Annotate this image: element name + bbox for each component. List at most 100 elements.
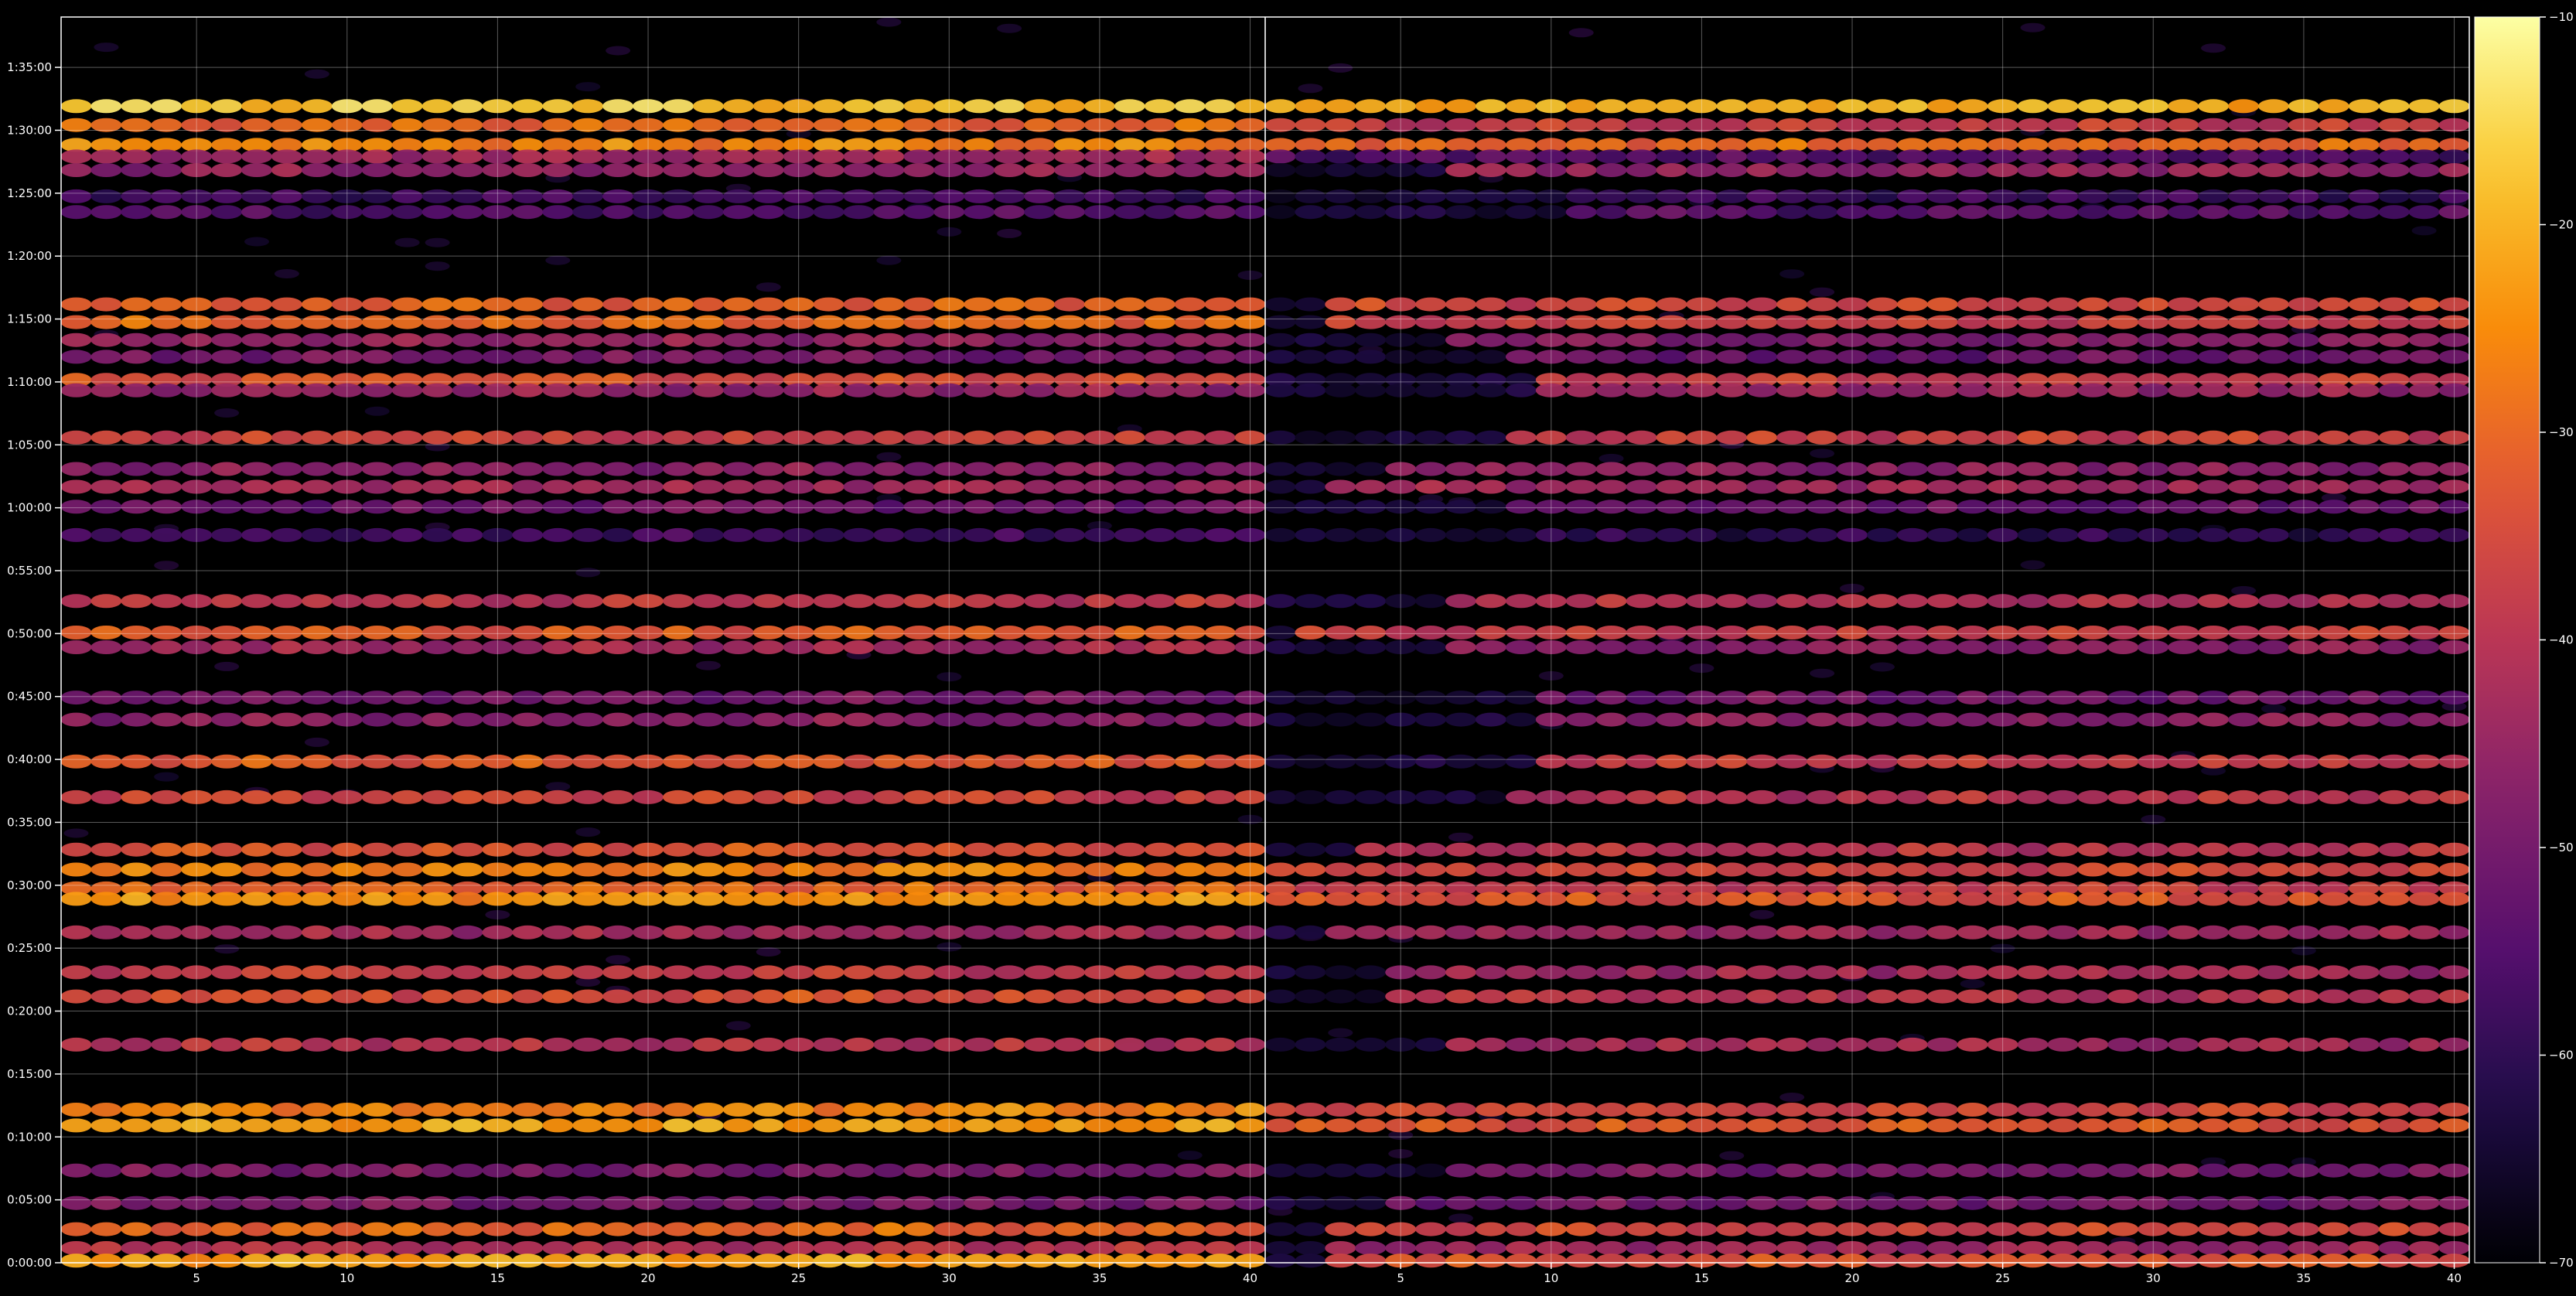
heat-cell <box>964 594 995 609</box>
heat-cell <box>1896 1253 1928 1268</box>
heat-cell <box>873 333 905 347</box>
heat-cell <box>391 479 423 494</box>
heat-cell <box>1415 594 1447 609</box>
heat-cell <box>1325 989 1356 1004</box>
heat-cell <box>1957 500 1988 514</box>
heat-cell <box>2408 1241 2440 1255</box>
heat-cell <box>452 1037 483 1052</box>
heat-cell <box>1174 594 1206 609</box>
heat-cell <box>1626 1241 1657 1255</box>
heat-cell <box>421 862 453 877</box>
heat-cell <box>241 99 272 114</box>
heat-cell <box>241 430 272 445</box>
heat-cell <box>2378 462 2410 476</box>
heat-cell <box>301 479 333 494</box>
heat-cell <box>1656 527 1687 542</box>
heat-cell <box>1776 527 1808 542</box>
heat-cell <box>1716 297 1748 312</box>
heat-cell <box>692 1253 724 1268</box>
heat-cell <box>1054 163 1085 177</box>
heat-cell <box>1867 1195 1898 1210</box>
heat-cell <box>60 297 92 312</box>
heat-cell <box>1475 527 1506 542</box>
heat-cell <box>1114 626 1145 639</box>
heat-cell <box>361 989 393 1004</box>
heat-cell <box>903 1118 935 1133</box>
heat-cell <box>1264 790 1296 804</box>
heat-cell <box>1565 1222 1597 1236</box>
heat-cell <box>1475 163 1506 177</box>
heat-cell <box>2107 333 2139 347</box>
heat-cell <box>843 626 875 639</box>
heat-cell <box>572 640 604 654</box>
heat-cell <box>1746 1253 1778 1268</box>
heat-cell <box>2318 691 2349 705</box>
heat-cell <box>1355 862 1387 877</box>
heat-cell <box>1114 462 1145 476</box>
heat-cell <box>1295 691 1326 705</box>
heat-cell <box>1024 500 1056 514</box>
heat-cell <box>1355 189 1387 203</box>
heat-cell <box>2107 712 2139 727</box>
heat-cell <box>2107 925 2139 940</box>
heat-cell <box>1445 462 1476 476</box>
heat-cell <box>2258 1253 2289 1268</box>
heat-cell <box>692 842 724 857</box>
heat-cell <box>2228 1103 2260 1117</box>
heat-cell <box>1896 527 1928 542</box>
heat-cell <box>1325 1163 1356 1178</box>
heat-cell <box>1505 626 1537 639</box>
heat-cell <box>2408 1037 2440 1052</box>
heat-cell <box>663 383 694 397</box>
heat-cell <box>452 315 483 329</box>
heat-cell <box>964 1195 995 1210</box>
heat-cell <box>1867 594 1898 609</box>
background-cell <box>575 568 601 578</box>
heat-cell <box>1174 527 1206 542</box>
heat-cell <box>151 862 183 877</box>
heat-cell <box>964 842 995 857</box>
heat-cell <box>1325 842 1356 857</box>
heat-cell <box>2318 297 2349 312</box>
heat-cell <box>903 691 935 705</box>
heat-cell <box>1174 1222 1206 1236</box>
heat-cell <box>2198 1163 2230 1178</box>
heat-cell <box>421 1241 453 1255</box>
heat-cell <box>1926 1118 1958 1133</box>
heat-cell <box>1867 989 1898 1004</box>
heat-cell <box>60 691 92 705</box>
heat-cell <box>512 149 544 164</box>
heat-cell <box>663 790 694 804</box>
heat-cell <box>542 594 574 609</box>
heat-cell <box>964 383 995 397</box>
heat-cell <box>121 1163 152 1178</box>
heat-cell <box>391 383 423 397</box>
heat-cell <box>512 479 544 494</box>
heat-cell <box>271 754 302 769</box>
heat-cell <box>2017 99 2049 114</box>
background-cell <box>876 452 902 462</box>
heat-cell <box>1505 989 1537 1004</box>
heat-cell <box>1114 640 1145 654</box>
heat-cell <box>1355 149 1387 164</box>
heat-cell <box>813 925 844 940</box>
heat-cell <box>90 1222 122 1236</box>
heat-cell <box>1746 925 1778 940</box>
heat-cell <box>1174 965 1206 980</box>
heat-cell <box>2077 862 2109 877</box>
heat-cell <box>90 1195 122 1210</box>
heat-cell <box>2228 790 2260 804</box>
heat-cell <box>964 754 995 769</box>
heat-cell <box>2228 1253 2260 1268</box>
heat-cell <box>2077 989 2109 1004</box>
heat-cell <box>391 462 423 476</box>
heat-cell <box>2077 754 2109 769</box>
heat-cell <box>60 315 92 329</box>
heat-cell <box>873 1222 905 1236</box>
heat-cell <box>2228 965 2260 980</box>
heat-cell <box>211 925 243 940</box>
heat-cell <box>421 333 453 347</box>
heat-cell <box>2107 527 2139 542</box>
heat-cell <box>211 163 243 177</box>
heat-cell <box>2348 99 2380 114</box>
